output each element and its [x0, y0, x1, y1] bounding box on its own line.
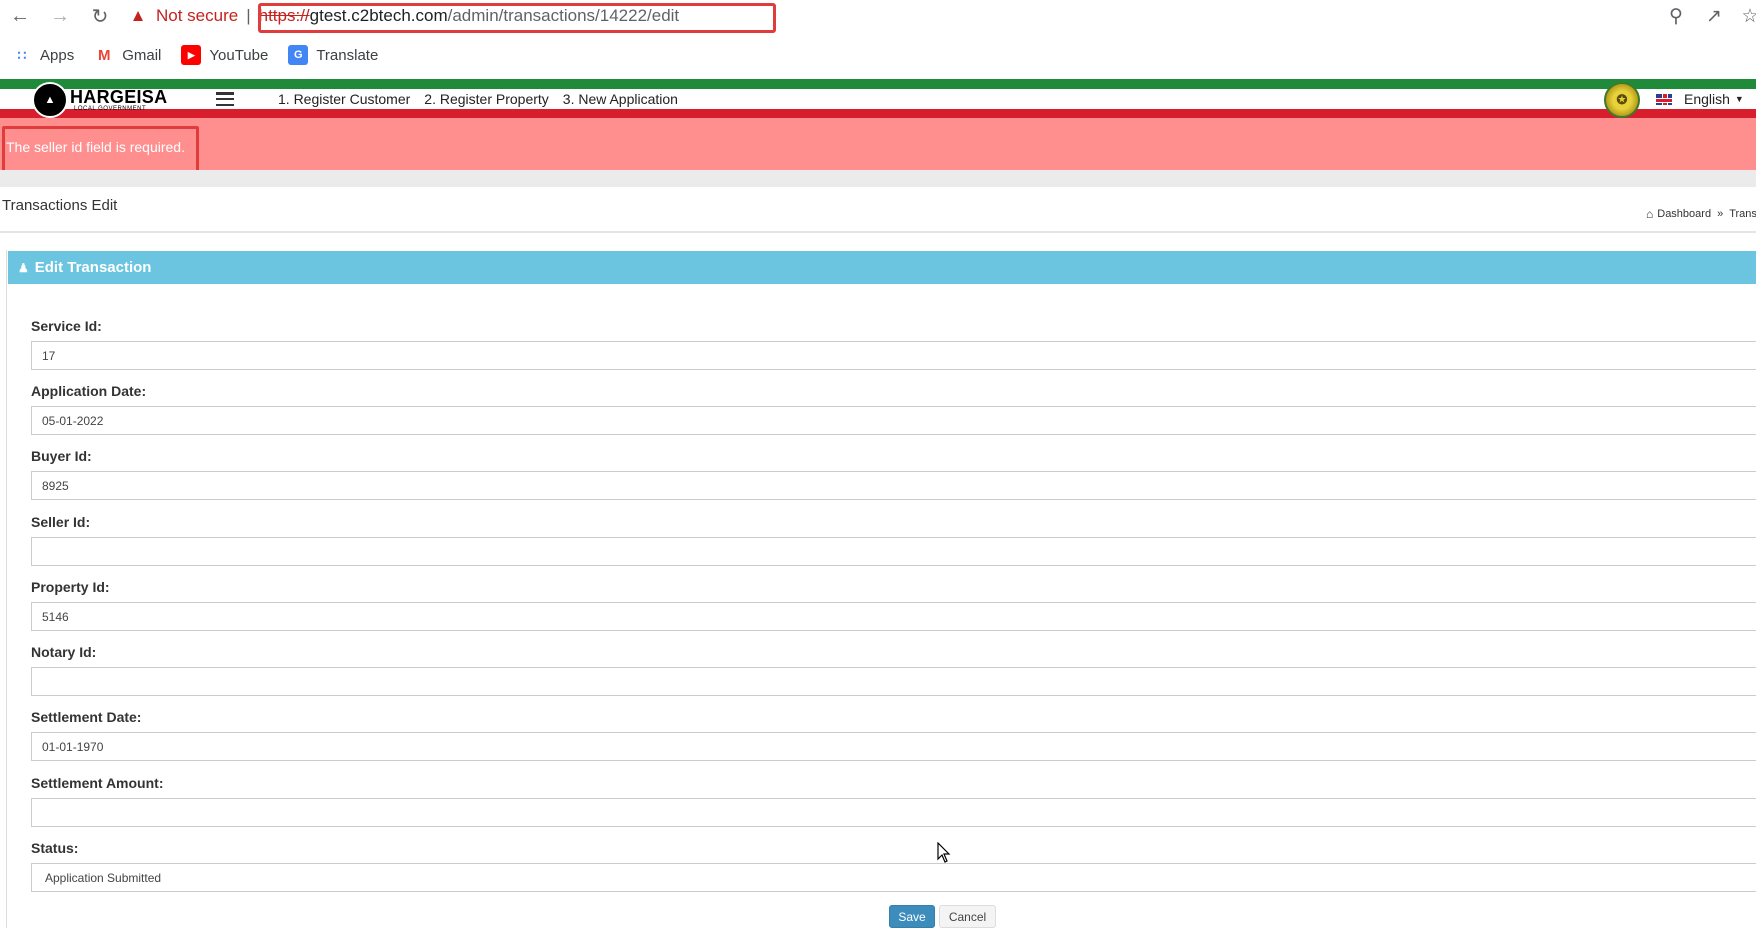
settlement-amount-label: Settlement Amount: — [31, 775, 164, 791]
not-secure-label: Not secure — [156, 6, 239, 25]
reload-icon[interactable]: ↻ — [88, 4, 112, 28]
share-icon[interactable]: ↗ — [1702, 4, 1726, 28]
service-id-label: Service Id: — [31, 318, 102, 334]
error-alert — [0, 118, 1756, 170]
buyer-id-input[interactable]: 8925 — [31, 471, 1756, 500]
translate-icon: G — [288, 45, 309, 65]
back-arrow-icon[interactable]: ← — [8, 4, 32, 28]
settlement-amount-input[interactable] — [31, 798, 1756, 827]
notary-id-label: Notary Id: — [31, 644, 97, 660]
top-nav: 1. Register Customer 2. Register Propert… — [278, 89, 692, 109]
bookmark-youtube[interactable]: ▶ YouTube — [181, 45, 268, 65]
save-button[interactable]: Save — [889, 905, 935, 928]
site-logo[interactable]: ▲ HARGEISA LOCAL GOVERNMENT — [32, 82, 167, 118]
url-highlight-box — [258, 3, 776, 33]
buyer-id-label: Buyer Id: — [31, 448, 92, 464]
bookmark-label: Apps — [40, 46, 75, 64]
page-title: Transactions Edit — [2, 197, 118, 214]
bookmark-label: YouTube — [209, 46, 269, 64]
cancel-button[interactable]: Cancel — [939, 905, 996, 928]
property-id-input[interactable]: 5146 — [31, 602, 1756, 631]
language-label: English — [1684, 91, 1730, 107]
bookmark-apps[interactable]: ∷ Apps — [12, 45, 75, 65]
mouse-pointer-icon — [937, 842, 951, 863]
forward-arrow-icon[interactable]: → — [48, 4, 72, 28]
language-selector[interactable]: English ▼ — [1656, 89, 1744, 109]
page-divider — [0, 231, 1756, 233]
browser-toolbar: ← → ↻ ▲ Not secure | https://gtest.c2bte… — [0, 0, 1756, 33]
logo-emblem-icon: ▲ — [32, 82, 68, 118]
content-separator-band — [0, 170, 1756, 187]
warning-icon: ▲ — [129, 6, 147, 25]
bookmark-star-icon[interactable]: ☆ — [1738, 4, 1756, 28]
uk-flag-icon — [1656, 93, 1672, 105]
nav-new-application[interactable]: 3. New Application — [563, 91, 678, 107]
settlement-date-label: Settlement Date: — [31, 709, 142, 725]
bookmark-label: Gmail — [122, 46, 162, 64]
breadcrumb-separator: » — [1717, 208, 1724, 220]
bookmark-gmail[interactable]: M Gmail — [94, 45, 161, 65]
status-label: Status: — [31, 840, 79, 856]
notary-id-input[interactable] — [31, 667, 1756, 696]
youtube-icon: ▶ — [181, 45, 202, 65]
caret-down-icon: ▼ — [1734, 94, 1744, 104]
bookmarks-bar: ∷ Apps M Gmail ▶ YouTube G Translate — [0, 40, 1756, 70]
application-date-label: Application Date: — [31, 383, 147, 399]
application-date-input[interactable]: 05-01-2022 — [31, 406, 1756, 435]
seller-id-label: Seller Id: — [31, 514, 91, 530]
home-icon: ⌂ — [1646, 207, 1654, 221]
nav-register-property[interactable]: 2. Register Property — [424, 91, 549, 107]
breadcrumb-transactions[interactable]: Trans — [1729, 208, 1756, 220]
panel-header: ♟ Edit Transaction — [8, 251, 1756, 284]
seller-id-input[interactable] — [31, 537, 1756, 566]
logo-title: HARGEISA — [70, 87, 168, 107]
settlement-date-input[interactable]: 01-01-1970 — [31, 732, 1756, 761]
zoom-icon[interactable]: ⚲ — [1664, 4, 1688, 28]
app-header — [0, 89, 1756, 109]
panel-title: Edit Transaction — [34, 259, 152, 276]
address-separator: | — [246, 6, 251, 25]
breadcrumb-dashboard[interactable]: Dashboard — [1657, 208, 1711, 220]
property-id-label: Property Id: — [31, 579, 110, 595]
gmail-icon: M — [97, 46, 111, 64]
bookmark-label: Translate — [316, 46, 379, 64]
apps-grid-icon: ∷ — [17, 46, 27, 63]
hamburger-menu-icon[interactable] — [216, 92, 234, 106]
service-id-input[interactable]: 17 — [31, 341, 1756, 370]
bookmark-translate[interactable]: G Translate — [288, 45, 378, 65]
header-green-stripe — [0, 79, 1756, 89]
government-seal-icon: ✪ — [1604, 82, 1640, 118]
logo-subtitle: LOCAL GOVERNMENT — [74, 106, 147, 112]
header-red-stripe — [0, 109, 1756, 118]
breadcrumb: ⌂ Dashboard » Trans — [1646, 206, 1756, 222]
user-icon: ♟ — [18, 260, 29, 275]
nav-register-customer[interactable]: 1. Register Customer — [278, 91, 410, 107]
status-select[interactable]: Application Submitted — [31, 863, 1756, 892]
